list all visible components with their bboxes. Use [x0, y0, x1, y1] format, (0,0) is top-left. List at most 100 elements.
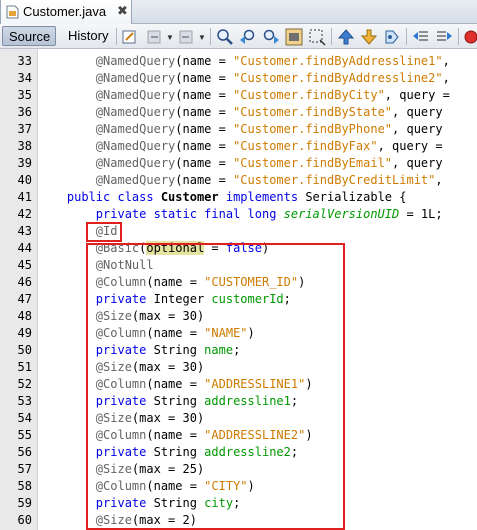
code-token: (name =	[175, 71, 234, 85]
toolbar-separator	[406, 28, 407, 45]
code-token: implements	[218, 190, 306, 204]
line-number: 56	[17, 445, 32, 459]
code-line[interactable]: @NamedQuery(name = "Customer.findByEmail…	[38, 155, 443, 172]
source-tab-button[interactable]: Source	[2, 26, 56, 46]
line-number: 51	[17, 360, 32, 374]
toolbar-separator	[116, 28, 117, 45]
code-token: "Customer.findByFax"	[233, 139, 378, 153]
line-number-gutter: 33 34 35 36 37 38 39 40 41 42 43 44 45 46 47 48 49 50 51 52…	[0, 49, 38, 530]
line-number: 47	[17, 292, 32, 306]
java-file-icon	[6, 5, 19, 19]
toolbar-separator	[458, 28, 459, 45]
line-number: 40	[17, 173, 32, 187]
code-token: "Customer.findByCreditLimit"	[233, 173, 436, 187]
code-token: ,	[442, 71, 450, 85]
code-token: @NamedQuery	[38, 54, 176, 68]
code-token: ,	[435, 173, 443, 187]
chevron-down-icon[interactable]: ▼	[198, 33, 206, 42]
line-number: 46	[17, 275, 32, 289]
code-line[interactable]: @NamedQuery(name = "Customer.findByPhone…	[38, 121, 443, 138]
code-line[interactable]: @NamedQuery(name = "Customer.findByAddre…	[38, 70, 450, 87]
find-previous-icon[interactable]	[239, 28, 257, 46]
code-line[interactable]: @NamedQuery(name = "Customer.findByCity"…	[38, 87, 450, 104]
line-number: 39	[17, 156, 32, 170]
code-token: @NamedQuery	[38, 173, 176, 187]
back-icon[interactable]	[145, 28, 163, 46]
line-number: 45	[17, 258, 32, 272]
line-number: 44	[17, 241, 32, 255]
code-token: "Customer.findByState"	[233, 105, 393, 119]
chevron-down-icon[interactable]: ▼	[166, 33, 174, 42]
code-token: (name =	[175, 173, 234, 187]
line-number: 59	[17, 496, 32, 510]
line-number: 49	[17, 326, 32, 340]
line-number: 35	[17, 88, 32, 102]
toolbar-separator	[210, 28, 211, 45]
line-number: 36	[17, 105, 32, 119]
line-number: 37	[17, 122, 32, 136]
code-token: @NamedQuery	[38, 156, 176, 170]
code-token: public class	[38, 190, 161, 204]
line-number: 53	[17, 394, 32, 408]
code-token: (name =	[175, 156, 234, 170]
code-token: @NamedQuery	[38, 139, 176, 153]
code-token: (name =	[175, 54, 234, 68]
code-token: (name =	[175, 88, 234, 102]
code-token: @NamedQuery	[38, 105, 176, 119]
code-token: "Customer.findByPhone"	[233, 122, 393, 136]
line-number: 43	[17, 224, 32, 238]
code-token: , query	[392, 105, 443, 119]
code-line[interactable]: @NamedQuery(name = "Customer.findByCredi…	[38, 172, 443, 189]
field-declarations-highlight-box	[86, 243, 345, 530]
forward-icon[interactable]	[177, 28, 195, 46]
code-token: "Customer.findByEmail"	[233, 156, 393, 170]
shift-left-icon[interactable]	[412, 28, 430, 46]
code-token: @NamedQuery	[38, 122, 176, 136]
code-token: "Customer.findByAddressline1"	[233, 54, 443, 68]
editor-tab-bar: Customer.java ✖	[0, 0, 477, 24]
find-next-icon[interactable]	[262, 28, 280, 46]
toggle-bookmark-icon[interactable]	[383, 28, 401, 46]
find-selection-icon[interactable]	[216, 28, 234, 46]
code-token: "Customer.findByCity"	[233, 88, 385, 102]
code-token: @NamedQuery	[38, 88, 176, 102]
code-token: ,	[442, 54, 450, 68]
next-bookmark-icon[interactable]	[360, 28, 378, 46]
line-number: 34	[17, 71, 32, 85]
line-number: 38	[17, 139, 32, 153]
code-token: (name =	[175, 139, 234, 153]
toggle-rectangular-selection-icon[interactable]	[308, 28, 326, 46]
editor-tab-customer-java[interactable]: Customer.java ✖	[0, 0, 132, 24]
code-line[interactable]: @NamedQuery(name = "Customer.findByFax",…	[38, 138, 443, 155]
line-number: 54	[17, 411, 32, 425]
code-token: Serializable {	[305, 190, 407, 204]
line-number: 48	[17, 309, 32, 323]
code-token: @NamedQuery	[38, 71, 176, 85]
code-line[interactable]: @NamedQuery(name = "Customer.findByState…	[38, 104, 443, 121]
code-token: , query =	[384, 88, 450, 102]
line-number: 58	[17, 479, 32, 493]
code-token: = 1L;	[399, 207, 443, 221]
line-number: 55	[17, 428, 32, 442]
editor-toolbar: Source History ▼ ▼	[0, 24, 477, 49]
previous-bookmark-icon[interactable]	[337, 28, 355, 46]
line-number: 52	[17, 377, 32, 391]
code-token: , query	[392, 156, 443, 170]
code-line[interactable]: public class Customer implements Seriali…	[38, 189, 407, 206]
id-annotation-highlight-box	[86, 222, 122, 242]
editor-tab-title: Customer.java	[23, 4, 107, 19]
code-line[interactable]: @NamedQuery(name = "Customer.findByAddre…	[38, 53, 450, 70]
start-macro-icon[interactable]	[463, 28, 477, 46]
line-number: 60	[17, 513, 32, 527]
code-token: private static final long	[38, 207, 284, 221]
line-number: 50	[17, 343, 32, 357]
shift-right-icon[interactable]	[435, 28, 453, 46]
last-edit-icon[interactable]	[121, 28, 139, 46]
code-token: "Customer.findByAddressline2"	[233, 71, 443, 85]
code-token: , query =	[377, 139, 443, 153]
history-tab-button[interactable]: History	[62, 26, 112, 46]
close-icon[interactable]: ✖	[117, 3, 128, 19]
code-token: (name =	[175, 105, 234, 119]
toggle-highlight-icon[interactable]	[285, 28, 303, 46]
code-line[interactable]: private static final long serialVersionU…	[38, 206, 443, 223]
